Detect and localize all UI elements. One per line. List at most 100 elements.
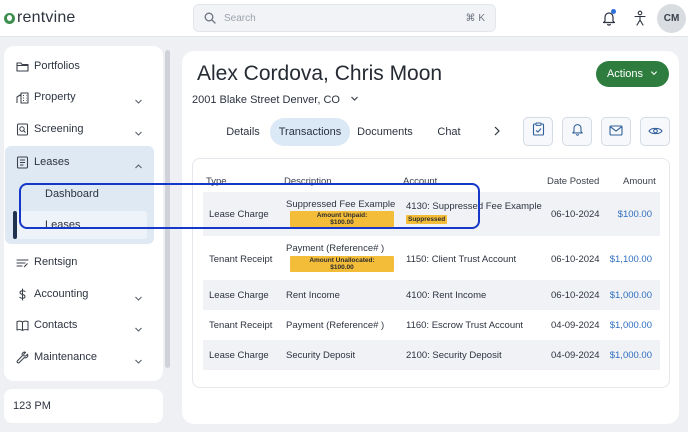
sidebar-item-property[interactable]: Property — [4, 81, 154, 113]
cell-amount-link[interactable]: $1,100.00 — [610, 254, 652, 265]
sidebar-item-accounting[interactable]: Accounting — [4, 278, 154, 310]
amount-unpaid-badge: Amount Unpaid: $100.00 — [290, 211, 394, 227]
sidebar-item-label: Rentsign — [34, 256, 78, 268]
active-indicator — [13, 211, 17, 239]
bell-icon — [571, 122, 584, 141]
actions-button[interactable]: Actions — [596, 61, 669, 87]
dollar-icon — [16, 287, 29, 301]
folder-icon — [16, 60, 29, 73]
column-header-account: Account — [403, 176, 438, 187]
clipboard-check-icon — [532, 122, 545, 141]
sidebar-scrollbar[interactable] — [165, 50, 170, 368]
envelope-icon — [609, 123, 623, 141]
sidebar-subitem-dashboard[interactable]: Dashboard — [15, 180, 147, 208]
screening-icon — [16, 122, 29, 136]
cell-amount-link[interactable]: $1,000.00 — [610, 350, 652, 361]
column-header-description: Description — [284, 176, 332, 187]
cell-account: 4100: Rent Income — [406, 290, 487, 301]
notification-dot — [611, 9, 616, 14]
cell-description: Payment (Reference# ) — [286, 243, 385, 254]
tab-label: Transactions — [278, 126, 342, 138]
sidebar-item-label: Accounting — [34, 288, 89, 300]
table-row[interactable]: Tenant Receipt Payment (Reference# ) Amo… — [203, 237, 660, 281]
tasks-button[interactable] — [523, 117, 553, 146]
search-bar[interactable]: ⌘ K — [193, 4, 496, 32]
cell-type: Tenant Receipt — [209, 320, 273, 331]
sidebar-item-label: Screening — [34, 123, 84, 135]
cell-type: Lease Charge — [209, 350, 269, 361]
amount-unallocated-badge: Amount Unallocated: $100.00 — [290, 256, 394, 272]
cell-amount-link[interactable]: $100.00 — [618, 209, 652, 220]
file-icon — [16, 155, 29, 169]
column-header-type: Type — [206, 176, 227, 187]
sidebar-item-label: Leases — [34, 156, 70, 168]
cell-description: Payment (Reference# ) — [286, 320, 385, 331]
cell-date: 04-09-2024 — [551, 350, 600, 361]
chevron-down-icon — [134, 321, 143, 332]
search-icon — [204, 12, 216, 24]
leases-group: Leases Dashboard Leases — [5, 146, 154, 244]
building-icon — [16, 91, 29, 104]
user-menu-icon[interactable] — [633, 10, 647, 26]
cell-amount-link[interactable]: $1,000.00 — [610, 320, 652, 331]
cell-account: 1160: Escrow Trust Account — [406, 320, 524, 331]
table-row[interactable]: Lease Charge Suppressed Fee Example Amou… — [203, 192, 660, 236]
chevron-down-icon — [134, 93, 143, 104]
tab-chat[interactable]: Chat — [430, 118, 468, 146]
cell-date: 06-10-2024 — [551, 290, 600, 301]
sidebar-item-portfolios[interactable]: Portfolios — [4, 50, 154, 82]
tab-label: Chat — [437, 126, 461, 138]
column-header-date-posted: Date Posted — [547, 176, 600, 187]
sidebar-subitem-label: Dashboard — [45, 188, 99, 200]
cell-account: 2100: Security Deposit — [406, 350, 502, 361]
address-selector[interactable]: 2001 Blake Street Denver, CO — [192, 94, 359, 106]
cell-account: 4130: Suppressed Fee Example — [406, 201, 542, 212]
wrench-icon — [16, 351, 29, 364]
eye-icon — [647, 123, 663, 141]
chevron-down-icon — [350, 94, 359, 106]
chevron-right-icon[interactable] — [490, 124, 504, 138]
cell-description: Rent Income — [286, 290, 340, 301]
logo-text: rentvine — [17, 9, 76, 26]
tab-label: Details — [226, 126, 260, 138]
chevron-down-icon — [134, 353, 143, 364]
search-input[interactable] — [224, 12, 454, 24]
top-bar: rentvine ⌘ K CM — [0, 0, 688, 37]
cell-type: Lease Charge — [209, 209, 269, 220]
cell-date: 06-10-2024 — [551, 209, 600, 220]
chevron-down-icon — [134, 290, 143, 301]
logo-mark-icon — [4, 12, 15, 24]
cell-amount-link[interactable]: $1,000.00 — [610, 290, 652, 301]
sidebar-item-screening[interactable]: Screening — [4, 113, 154, 145]
sidebar-item-contacts[interactable]: Contacts — [4, 309, 154, 341]
address-text: 2001 Blake Street Denver, CO — [192, 94, 340, 106]
column-header-amount: Amount — [623, 176, 656, 187]
email-button[interactable] — [601, 117, 631, 146]
view-button[interactable] — [640, 117, 670, 146]
search-shortcut: ⌘ K — [465, 12, 485, 24]
table-row[interactable]: Lease Charge Rent Income 4100: Rent Inco… — [203, 280, 660, 310]
transactions-table: Type Description Account Date Posted Amo… — [192, 158, 670, 388]
chevron-down-icon — [650, 68, 658, 80]
chevron-down-icon — [134, 125, 143, 136]
sidebar-item-label: Contacts — [34, 319, 78, 331]
logo[interactable]: rentvine — [4, 9, 76, 27]
alerts-button[interactable] — [562, 117, 592, 146]
cell-type: Lease Charge — [209, 290, 269, 301]
book-icon — [16, 319, 29, 332]
chevron-up-icon — [134, 158, 143, 168]
tab-transactions[interactable]: Transactions — [270, 118, 350, 146]
clock-display: 123 PM — [4, 389, 163, 423]
table-row[interactable]: Lease Charge Security Deposit 2100: Secu… — [203, 340, 660, 370]
tab-documents[interactable]: Documents — [354, 118, 416, 146]
table-row[interactable]: Tenant Receipt Payment (Reference# ) 116… — [203, 310, 660, 340]
avatar[interactable]: CM — [657, 4, 686, 33]
sidebar-item-leases[interactable]: Leases — [4, 146, 153, 178]
sidebar-item-maintenance[interactable]: Maintenance — [4, 341, 154, 373]
sidebar-subitem-leases[interactable]: Leases — [13, 211, 147, 239]
tab-label: Documents — [357, 126, 413, 138]
sidebar-item-rentsign[interactable]: Rentsign — [4, 246, 154, 278]
suppressed-tag: Suppressed — [406, 215, 448, 224]
tab-details[interactable]: Details — [220, 118, 266, 146]
rentsign-icon — [16, 256, 29, 269]
